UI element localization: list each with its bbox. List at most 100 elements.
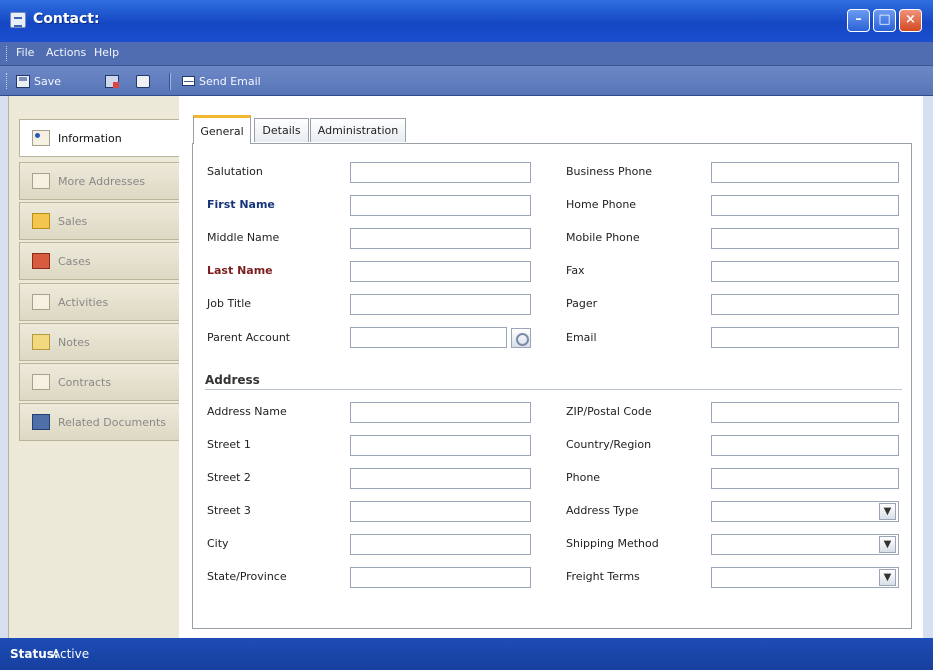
first-name-input[interactable]	[350, 195, 531, 216]
address-section-divider	[205, 389, 902, 390]
nav-more-addresses[interactable]: More Addresses	[19, 162, 181, 200]
menu-grip	[6, 46, 9, 61]
nav-activities[interactable]: Activities	[19, 283, 181, 321]
pager-input[interactable]	[711, 294, 899, 315]
street1-input[interactable]	[350, 435, 531, 456]
middle-name-input[interactable]	[350, 228, 531, 249]
address-type-label: Address Type	[566, 504, 639, 517]
city-label: City	[207, 537, 229, 550]
middle-name-label: Middle Name	[207, 231, 280, 244]
toolbar: Save Send Email	[0, 66, 933, 96]
home-phone-label: Home Phone	[566, 198, 637, 211]
tab-administration[interactable]: Administration	[310, 118, 406, 142]
email-icon	[182, 76, 195, 86]
maximize-button[interactable]: □	[873, 9, 896, 32]
related-documents-icon	[32, 414, 50, 430]
menu-actions[interactable]: Actions	[46, 46, 86, 59]
street2-input[interactable]	[350, 468, 531, 489]
window-title: Contact:	[33, 11, 100, 27]
notes-icon	[32, 334, 50, 350]
freight-terms-select[interactable]: ▼	[711, 567, 899, 588]
zip-postal-code-input[interactable]	[711, 402, 899, 423]
tab-general[interactable]: General	[193, 115, 251, 144]
print-button[interactable]	[136, 72, 154, 90]
email-input[interactable]	[711, 327, 899, 348]
tab-general-label: General	[200, 124, 244, 138]
last-name-input[interactable]	[350, 261, 531, 282]
nav-cases[interactable]: Cases	[19, 242, 181, 280]
chevron-down-icon: ▼	[879, 536, 896, 553]
nav-activities-label: Activities	[58, 295, 109, 309]
contracts-icon	[32, 374, 50, 390]
fax-input[interactable]	[711, 261, 899, 282]
save-and-close-button[interactable]	[105, 72, 123, 90]
tab-details[interactable]: Details	[254, 118, 309, 142]
freight-terms-label: Freight Terms	[566, 570, 640, 583]
minimize-button[interactable]: –	[847, 9, 870, 32]
mobile-phone-input[interactable]	[711, 228, 899, 249]
city-input[interactable]	[350, 534, 531, 555]
save-label: Save	[34, 74, 62, 88]
email-label: Email	[566, 331, 597, 344]
contact-app-icon	[10, 12, 26, 28]
country-region-label: Country/Region	[566, 438, 652, 451]
menu-file[interactable]: File	[16, 46, 34, 59]
salutation-input[interactable]	[350, 162, 531, 183]
menu-bar: File Actions Help	[0, 42, 933, 66]
send-email-button[interactable]: Send Email	[182, 72, 261, 90]
fax-label: Fax	[566, 264, 585, 277]
chevron-down-icon: ▼	[879, 503, 896, 520]
home-phone-input[interactable]	[711, 195, 899, 216]
nav-information[interactable]: Information	[19, 119, 181, 157]
business-phone-input[interactable]	[711, 162, 899, 183]
toolbar-grip	[6, 73, 9, 89]
print-icon	[136, 74, 150, 88]
phone-label: Phone	[566, 471, 601, 484]
cases-icon	[32, 253, 50, 269]
job-title-input[interactable]	[350, 294, 531, 315]
country-region-input[interactable]	[711, 435, 899, 456]
save-button[interactable]: Save	[16, 72, 61, 90]
left-navigation: Information More Addresses Sales Cases A…	[8, 96, 181, 638]
nav-related-documents-label: Related Documents	[58, 415, 166, 429]
address-name-input[interactable]	[350, 402, 531, 423]
save-and-close-icon	[105, 74, 119, 88]
tab-administration-label: Administration	[317, 124, 399, 137]
nav-sales[interactable]: Sales	[19, 202, 181, 240]
save-icon	[16, 74, 30, 88]
title-bar: Contact: – □ ×	[0, 0, 933, 42]
street1-label: Street 1	[207, 438, 251, 451]
shipping-method-label: Shipping Method	[566, 537, 659, 550]
mobile-phone-label: Mobile Phone	[566, 231, 640, 244]
address-name-label: Address Name	[207, 405, 287, 418]
parent-account-label: Parent Account	[207, 331, 291, 344]
zip-postal-code-label: ZIP/Postal Code	[566, 405, 652, 418]
parent-account-input[interactable]	[350, 327, 507, 348]
street3-label: Street 3	[207, 504, 251, 517]
first-name-label: First Name	[207, 198, 275, 211]
nav-notes[interactable]: Notes	[19, 323, 181, 361]
phone-input[interactable]	[711, 468, 899, 489]
sales-icon	[32, 213, 50, 229]
parent-account-lookup-button[interactable]	[511, 328, 531, 348]
state-province-input[interactable]	[350, 567, 531, 588]
address-type-select[interactable]: ▼	[711, 501, 899, 522]
pager-label: Pager	[566, 297, 598, 310]
menu-help[interactable]: Help	[94, 46, 119, 59]
status-bar: Status: Active	[0, 638, 933, 670]
chevron-down-icon: ▼	[879, 569, 896, 586]
business-phone-label: Business Phone	[566, 165, 653, 178]
toolbar-separator	[169, 73, 170, 90]
job-title-label: Job Title	[207, 297, 252, 310]
nav-sales-label: Sales	[58, 214, 88, 228]
nav-related-documents[interactable]: Related Documents	[19, 403, 181, 441]
status-value: Active	[52, 647, 90, 661]
shipping-method-select[interactable]: ▼	[711, 534, 899, 555]
street3-input[interactable]	[350, 501, 531, 522]
close-button[interactable]: ×	[899, 9, 922, 32]
nav-contracts[interactable]: Contracts	[19, 363, 181, 401]
address-icon	[32, 173, 50, 189]
state-province-label: State/Province	[207, 570, 287, 583]
activities-icon	[32, 294, 50, 310]
nav-cases-label: Cases	[58, 254, 91, 268]
